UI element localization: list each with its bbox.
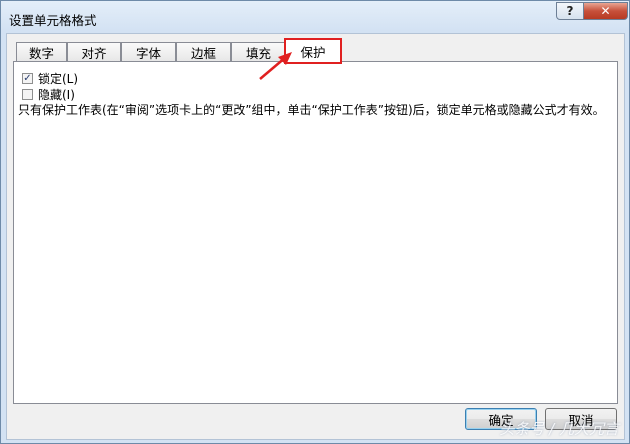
tab-border[interactable]: 边框 xyxy=(176,42,231,62)
locked-option[interactable]: ✓ 锁定(L) xyxy=(22,70,78,87)
locked-label: 锁定(L) xyxy=(38,72,79,86)
protection-description: 只有保护工作表(在“审阅”选项卡上的“更改”组中，单击“保护工作表”按钮)后，锁… xyxy=(18,103,605,117)
tab-font[interactable]: 字体 xyxy=(121,42,176,62)
locked-checkbox[interactable]: ✓ xyxy=(22,73,33,84)
tab-alignment[interactable]: 对齐 xyxy=(67,42,121,62)
annotation-arrow-icon xyxy=(259,52,292,80)
help-button[interactable]: ? xyxy=(556,2,584,20)
watermark: 头条号 / 几大冗言 xyxy=(499,420,619,438)
hidden-label: 隐藏(I) xyxy=(38,88,75,102)
format-cells-dialog: 设置单元格格式 ? ✕ 数字 对齐 字体 边框 填充 保护 ✓ 锁定(L) 隐藏… xyxy=(0,0,630,444)
close-button[interactable]: ✕ xyxy=(583,2,628,20)
hidden-option[interactable]: 隐藏(I) xyxy=(22,86,75,103)
dialog-title: 设置单元格格式 xyxy=(9,13,97,28)
dialog-body: 数字 对齐 字体 边框 填充 保护 ✓ 锁定(L) 隐藏(I) 只有保护工作表(… xyxy=(6,33,625,440)
tab-number[interactable]: 数字 xyxy=(16,42,67,62)
protection-page: ✓ 锁定(L) 隐藏(I) 只有保护工作表(在“审阅”选项卡上的“更改”组中，单… xyxy=(13,61,618,404)
hidden-checkbox[interactable] xyxy=(22,89,33,100)
